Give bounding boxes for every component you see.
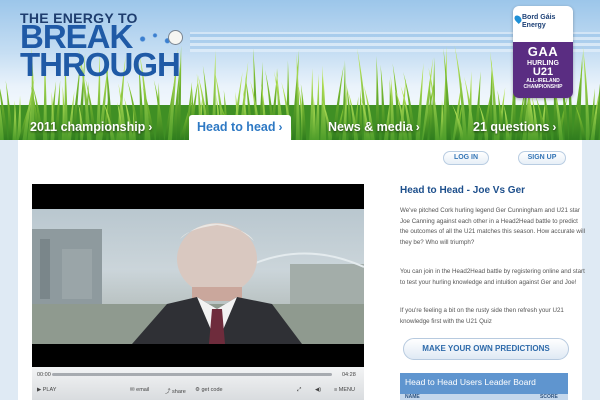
time-total: 04:28	[342, 372, 356, 378]
login-button[interactable]: LOG IN	[443, 151, 489, 165]
time-current: 00:00	[37, 372, 51, 378]
email-label: email	[136, 387, 150, 393]
play-icon: ▶	[37, 387, 42, 393]
nav-label: News & media	[328, 120, 413, 134]
volume-button[interactable]: ◀)	[315, 387, 321, 393]
menu-button[interactable]: ≡ MENU	[334, 387, 355, 393]
video-scrubber[interactable]	[52, 373, 332, 376]
sponsor-badge[interactable]: Bord Gáis Energy GAA HURLING U21 ALL-IRE…	[513, 6, 573, 98]
nav-label: Head to head	[197, 120, 276, 134]
nav-label: 21 questions	[473, 120, 550, 134]
video-still-image	[32, 223, 364, 344]
leaderboard-col-name: NAME	[405, 394, 420, 400]
logo-word-through: THROUGH	[20, 46, 181, 83]
gaa-logo: GAA	[527, 44, 559, 59]
fullscreen-icon: ⤢	[297, 387, 302, 393]
chevron-right-icon: ›	[552, 120, 557, 134]
nav-item-2011-championship[interactable]: 2011 championship ›	[30, 117, 152, 139]
get-code-label: get code	[201, 387, 223, 393]
menu-label: MENU	[338, 387, 355, 393]
share-icon: ⤴	[165, 389, 171, 395]
email-button[interactable]: ✉ email	[130, 387, 149, 393]
video-controls: 00:00 04:28 ▶ PLAY ✉ email ⤴ share ⚙ get…	[32, 367, 364, 400]
fullscreen-button[interactable]: ⤢	[297, 387, 301, 394]
email-icon: ✉	[130, 387, 135, 393]
leaderboard-title: Head to Head Users Leader Board	[405, 377, 536, 387]
main-content: LOG IN SIGN UP 00:00 04:28 ▶ PLAY ✉ emai…	[18, 140, 585, 400]
share-label: share	[172, 389, 186, 395]
video-player[interactable]: 00:00 04:28 ▶ PLAY ✉ email ⤴ share ⚙ get…	[32, 184, 364, 400]
chevron-right-icon: ›	[415, 120, 420, 134]
badge-grade: U21	[532, 66, 554, 78]
chevron-right-icon: ›	[278, 120, 283, 134]
volume-icon: ◀)	[315, 387, 322, 393]
play-label: PLAY	[42, 387, 57, 393]
nav-item-news-media[interactable]: News & media ›	[328, 117, 420, 139]
share-button[interactable]: ⤴ share	[165, 387, 186, 395]
menu-icon: ≡	[334, 387, 338, 393]
video-frame[interactable]	[32, 209, 364, 344]
make-predictions-button[interactable]: MAKE YOUR OWN PREDICTIONS	[403, 338, 569, 360]
leaderboard: Head to Head Users Leader Board NAME SCO…	[400, 373, 568, 400]
sliotar-ball-icon	[168, 30, 183, 45]
nav-item-head-to-head[interactable]: Head to head ›	[189, 115, 291, 140]
code-icon: ⚙	[195, 387, 200, 393]
article-paragraph-3: If you're feeling a bit on the rusty sid…	[400, 307, 564, 325]
chevron-right-icon: ›	[148, 120, 153, 134]
leaderboard-col-score: SCORE	[540, 394, 558, 400]
leaderboard-header: NAME SCORE	[400, 394, 568, 400]
sponsor-name: Bord Gáis Energy	[522, 14, 556, 29]
article-paragraph-2: You can join in the Head2Head battle by …	[400, 268, 585, 286]
article-paragraph-1: We've pitched Cork hurling legend Ger Cu…	[400, 207, 586, 246]
get-code-button[interactable]: ⚙ get code	[195, 387, 223, 393]
article-title: Head to Head - Joe Vs Ger	[400, 185, 526, 196]
nav-item-21-questions[interactable]: 21 questions ›	[473, 117, 556, 139]
play-button[interactable]: ▶ PLAY	[37, 387, 56, 393]
signup-button[interactable]: SIGN UP	[518, 151, 566, 165]
badge-competition: ALL-IRELAND CHAMPIONSHIP	[523, 78, 563, 90]
nav-label: 2011 championship	[30, 120, 146, 134]
